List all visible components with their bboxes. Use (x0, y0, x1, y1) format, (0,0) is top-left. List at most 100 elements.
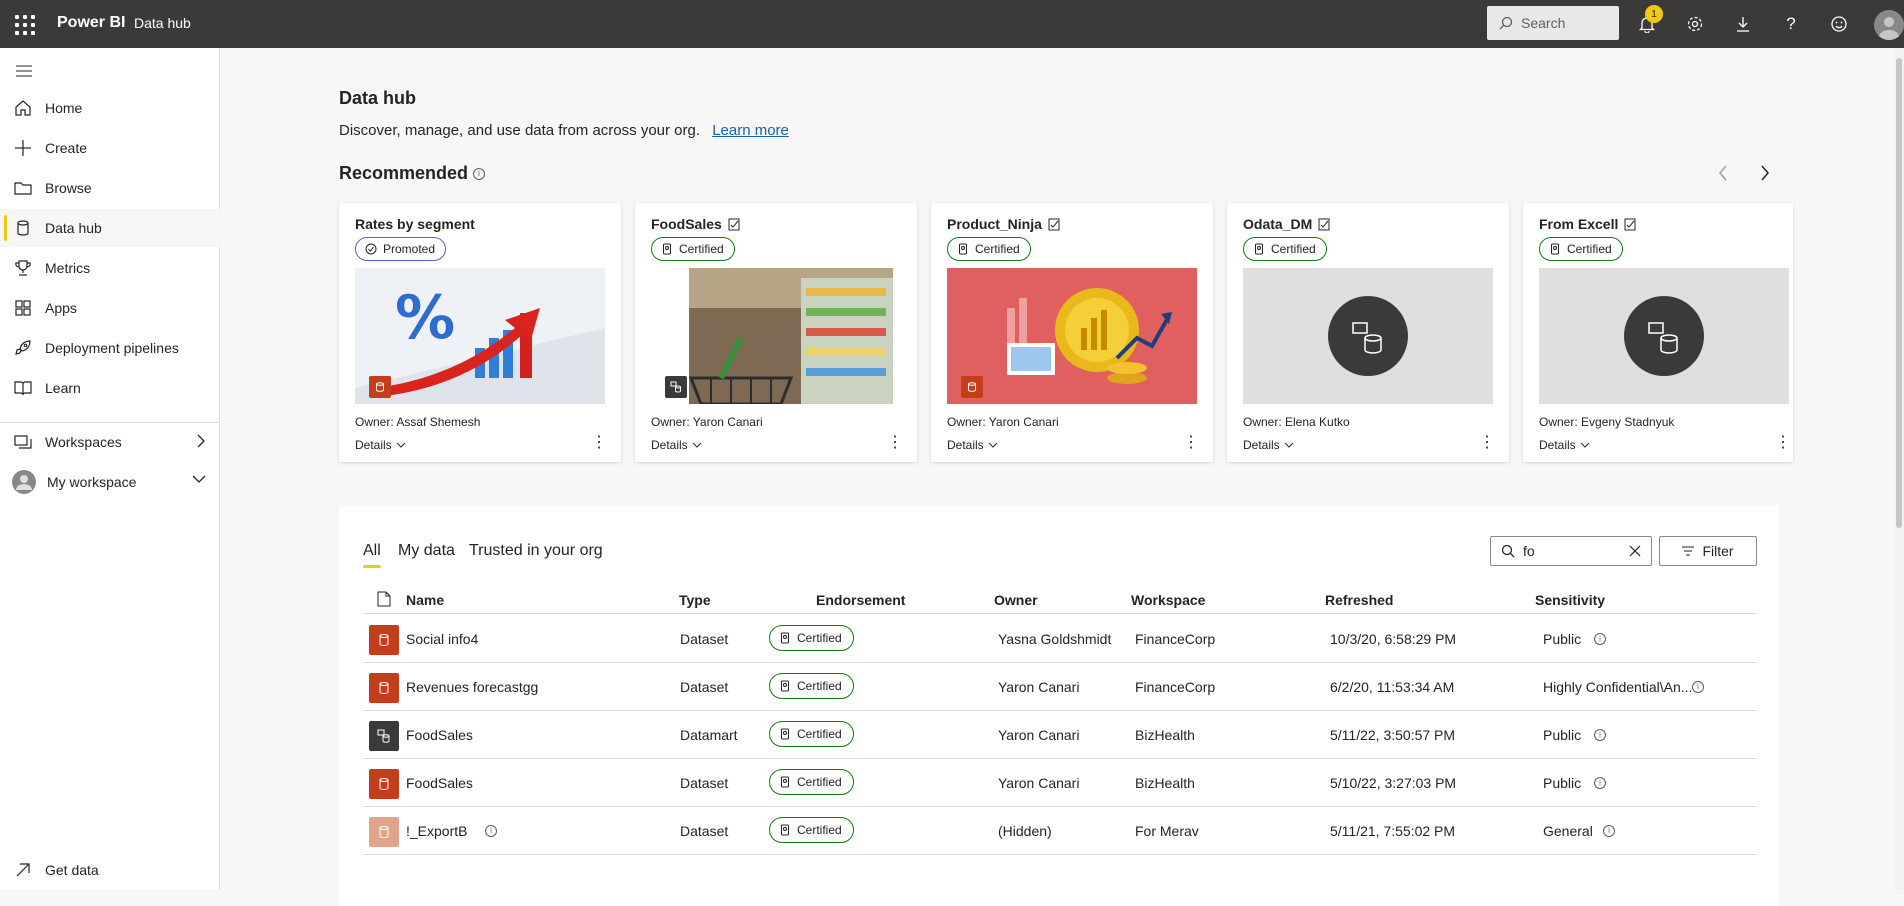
column-header-sensitivity[interactable]: Sensitivity (1535, 592, 1605, 608)
column-header-owner[interactable]: Owner (994, 592, 1038, 608)
table-row[interactable]: Social info4 Dataset Certified Yasna Gol… (363, 615, 1757, 663)
table-header: Name Type Endorsement Owner Workspace Re… (363, 586, 1757, 614)
info-icon[interactable]: i (1594, 777, 1606, 789)
nav-item-my-workspace[interactable]: My workspace (0, 463, 220, 501)
column-header-workspace[interactable]: Workspace (1131, 592, 1205, 608)
column-header-endorsement[interactable]: Endorsement (816, 592, 905, 608)
recommended-card[interactable]: From Excell Certified Owner: Evgeny Stad… (1523, 203, 1793, 462)
row-name[interactable]: Revenues forecastgg (406, 679, 538, 695)
dataset-type-icon (961, 376, 983, 398)
card-title: Product_Ninja (947, 216, 1061, 232)
more-options-icon[interactable]: ⋮ (1183, 432, 1199, 452)
file-type-icon (377, 591, 391, 607)
more-options-icon[interactable]: ⋮ (1479, 432, 1495, 452)
feedback-smiley-icon[interactable] (1828, 13, 1850, 35)
nav-item-apps[interactable]: Apps (0, 289, 220, 327)
recommended-card[interactable]: FoodSales Certified Owner: Yaron Canari … (635, 203, 917, 462)
nav-item-data-hub[interactable]: Data hub (0, 209, 220, 247)
column-header-type[interactable]: Type (679, 592, 711, 608)
database-icon (17, 220, 29, 236)
filter-icon (1682, 546, 1695, 556)
row-name[interactable]: FoodSales (406, 727, 473, 743)
nav-item-get-data[interactable]: Get data (0, 851, 220, 889)
row-name[interactable]: FoodSales (406, 775, 473, 791)
more-options-icon[interactable]: ⋮ (887, 432, 903, 452)
download-icon[interactable] (1732, 13, 1754, 35)
tab-my-data[interactable]: My data (398, 542, 455, 560)
hamburger-menu-icon[interactable] (16, 64, 32, 82)
certified-ribbon-icon (781, 680, 789, 692)
column-header-name[interactable]: Name (406, 592, 444, 608)
table-row[interactable]: FoodSales Datamart Certified Yaron Canar… (363, 711, 1757, 759)
nav-label: Data hub (45, 220, 102, 236)
row-workspace[interactable]: FinanceCorp (1135, 631, 1215, 647)
info-icon[interactable]: i (1594, 729, 1606, 741)
card-title: From Excell (1539, 216, 1637, 232)
certified-badge: Certified (947, 237, 1031, 261)
info-icon[interactable]: i (473, 168, 486, 181)
more-options-icon[interactable]: ⋮ (591, 432, 607, 452)
filter-button[interactable]: Filter (1659, 536, 1757, 566)
dataset-icon (369, 673, 399, 703)
clear-icon[interactable] (1629, 545, 1641, 557)
settings-gear-icon[interactable] (1684, 13, 1706, 35)
row-name[interactable]: !_ExportB (406, 823, 467, 839)
nav-item-learn[interactable]: Learn (0, 369, 220, 407)
details-toggle[interactable]: Details (947, 438, 998, 452)
recommended-card[interactable]: Rates by segment Promoted % Owner: Assaf… (339, 203, 621, 462)
carousel-next-icon[interactable] (1759, 164, 1771, 187)
nav-item-deployment-pipelines[interactable]: Deployment pipelines (0, 329, 220, 367)
certified-doc-icon (1624, 218, 1636, 230)
tab-all[interactable]: All (363, 542, 381, 568)
table-row[interactable]: Revenues forecastgg Dataset Certified Ya… (363, 663, 1757, 711)
row-refreshed: 5/11/22, 3:50:57 PM (1330, 727, 1456, 743)
user-avatar[interactable] (1874, 10, 1904, 40)
nav-item-workspaces[interactable]: Workspaces (0, 423, 220, 461)
recommended-card[interactable]: Odata_DM Certified Owner: Elena Kutko De… (1227, 203, 1509, 462)
badge-label: Certified (1271, 242, 1316, 256)
search-box[interactable]: Search (1487, 6, 1619, 40)
info-icon[interactable]: i (1692, 681, 1704, 693)
table-row[interactable]: !_ExportB i Dataset Certified (Hidden) F… (363, 807, 1757, 855)
nav-item-browse[interactable]: Browse (0, 169, 220, 207)
brand-name[interactable]: Power BI (57, 14, 125, 32)
learn-more-link[interactable]: Learn more (712, 122, 789, 139)
info-icon[interactable]: i (1594, 633, 1606, 645)
nav-item-home[interactable]: Home (0, 89, 220, 127)
badge-label: Certified (797, 727, 842, 741)
details-toggle[interactable]: Details (1243, 438, 1294, 452)
details-toggle[interactable]: Details (1539, 438, 1590, 452)
row-sensitivity: Public (1543, 727, 1582, 743)
svg-text:%: % (395, 283, 455, 353)
subtitle-text: Discover, manage, and use data from acro… (339, 122, 701, 139)
table-row[interactable]: FoodSales Dataset Certified Yaron Canari… (363, 759, 1757, 807)
card-owner: Owner: Evgeny Stadnyuk (1539, 415, 1675, 429)
scrollbar-thumb[interactable] (1896, 58, 1902, 528)
card-owner: Owner: Yaron Canari (947, 415, 1059, 429)
help-icon[interactable]: ? (1780, 13, 1802, 35)
card-owner: Owner: Yaron Canari (651, 415, 763, 429)
recommended-card[interactable]: Product_Ninja Certified Owner: Yaron Can… (931, 203, 1213, 462)
carousel-prev-icon[interactable] (1717, 164, 1729, 187)
card-thumbnail-placeholder (1243, 268, 1493, 404)
details-toggle[interactable]: Details (651, 438, 702, 452)
row-workspace[interactable]: For Merav (1135, 823, 1199, 839)
row-type: Dataset (680, 631, 729, 647)
column-header-refreshed[interactable]: Refreshed (1325, 592, 1393, 608)
more-options-icon[interactable]: ⋮ (1775, 432, 1791, 452)
plus-icon (15, 140, 31, 156)
row-workspace[interactable]: FinanceCorp (1135, 679, 1215, 695)
row-name[interactable]: Social info4 (406, 631, 478, 647)
info-icon[interactable]: i (485, 825, 497, 837)
nav-item-create[interactable]: Create (0, 129, 220, 167)
details-toggle[interactable]: Details (355, 438, 406, 452)
vertical-scrollbar[interactable] (1894, 48, 1904, 890)
app-launcher-icon[interactable] (13, 13, 35, 35)
filter-search-input[interactable]: fo (1490, 536, 1652, 566)
nav-item-metrics[interactable]: Metrics (0, 249, 220, 287)
info-icon[interactable]: i (1603, 825, 1615, 837)
card-title: FoodSales (651, 216, 741, 232)
tab-trusted-in-your-org[interactable]: Trusted in your org (469, 542, 603, 560)
row-workspace[interactable]: BizHealth (1135, 727, 1195, 743)
row-workspace[interactable]: BizHealth (1135, 775, 1195, 791)
